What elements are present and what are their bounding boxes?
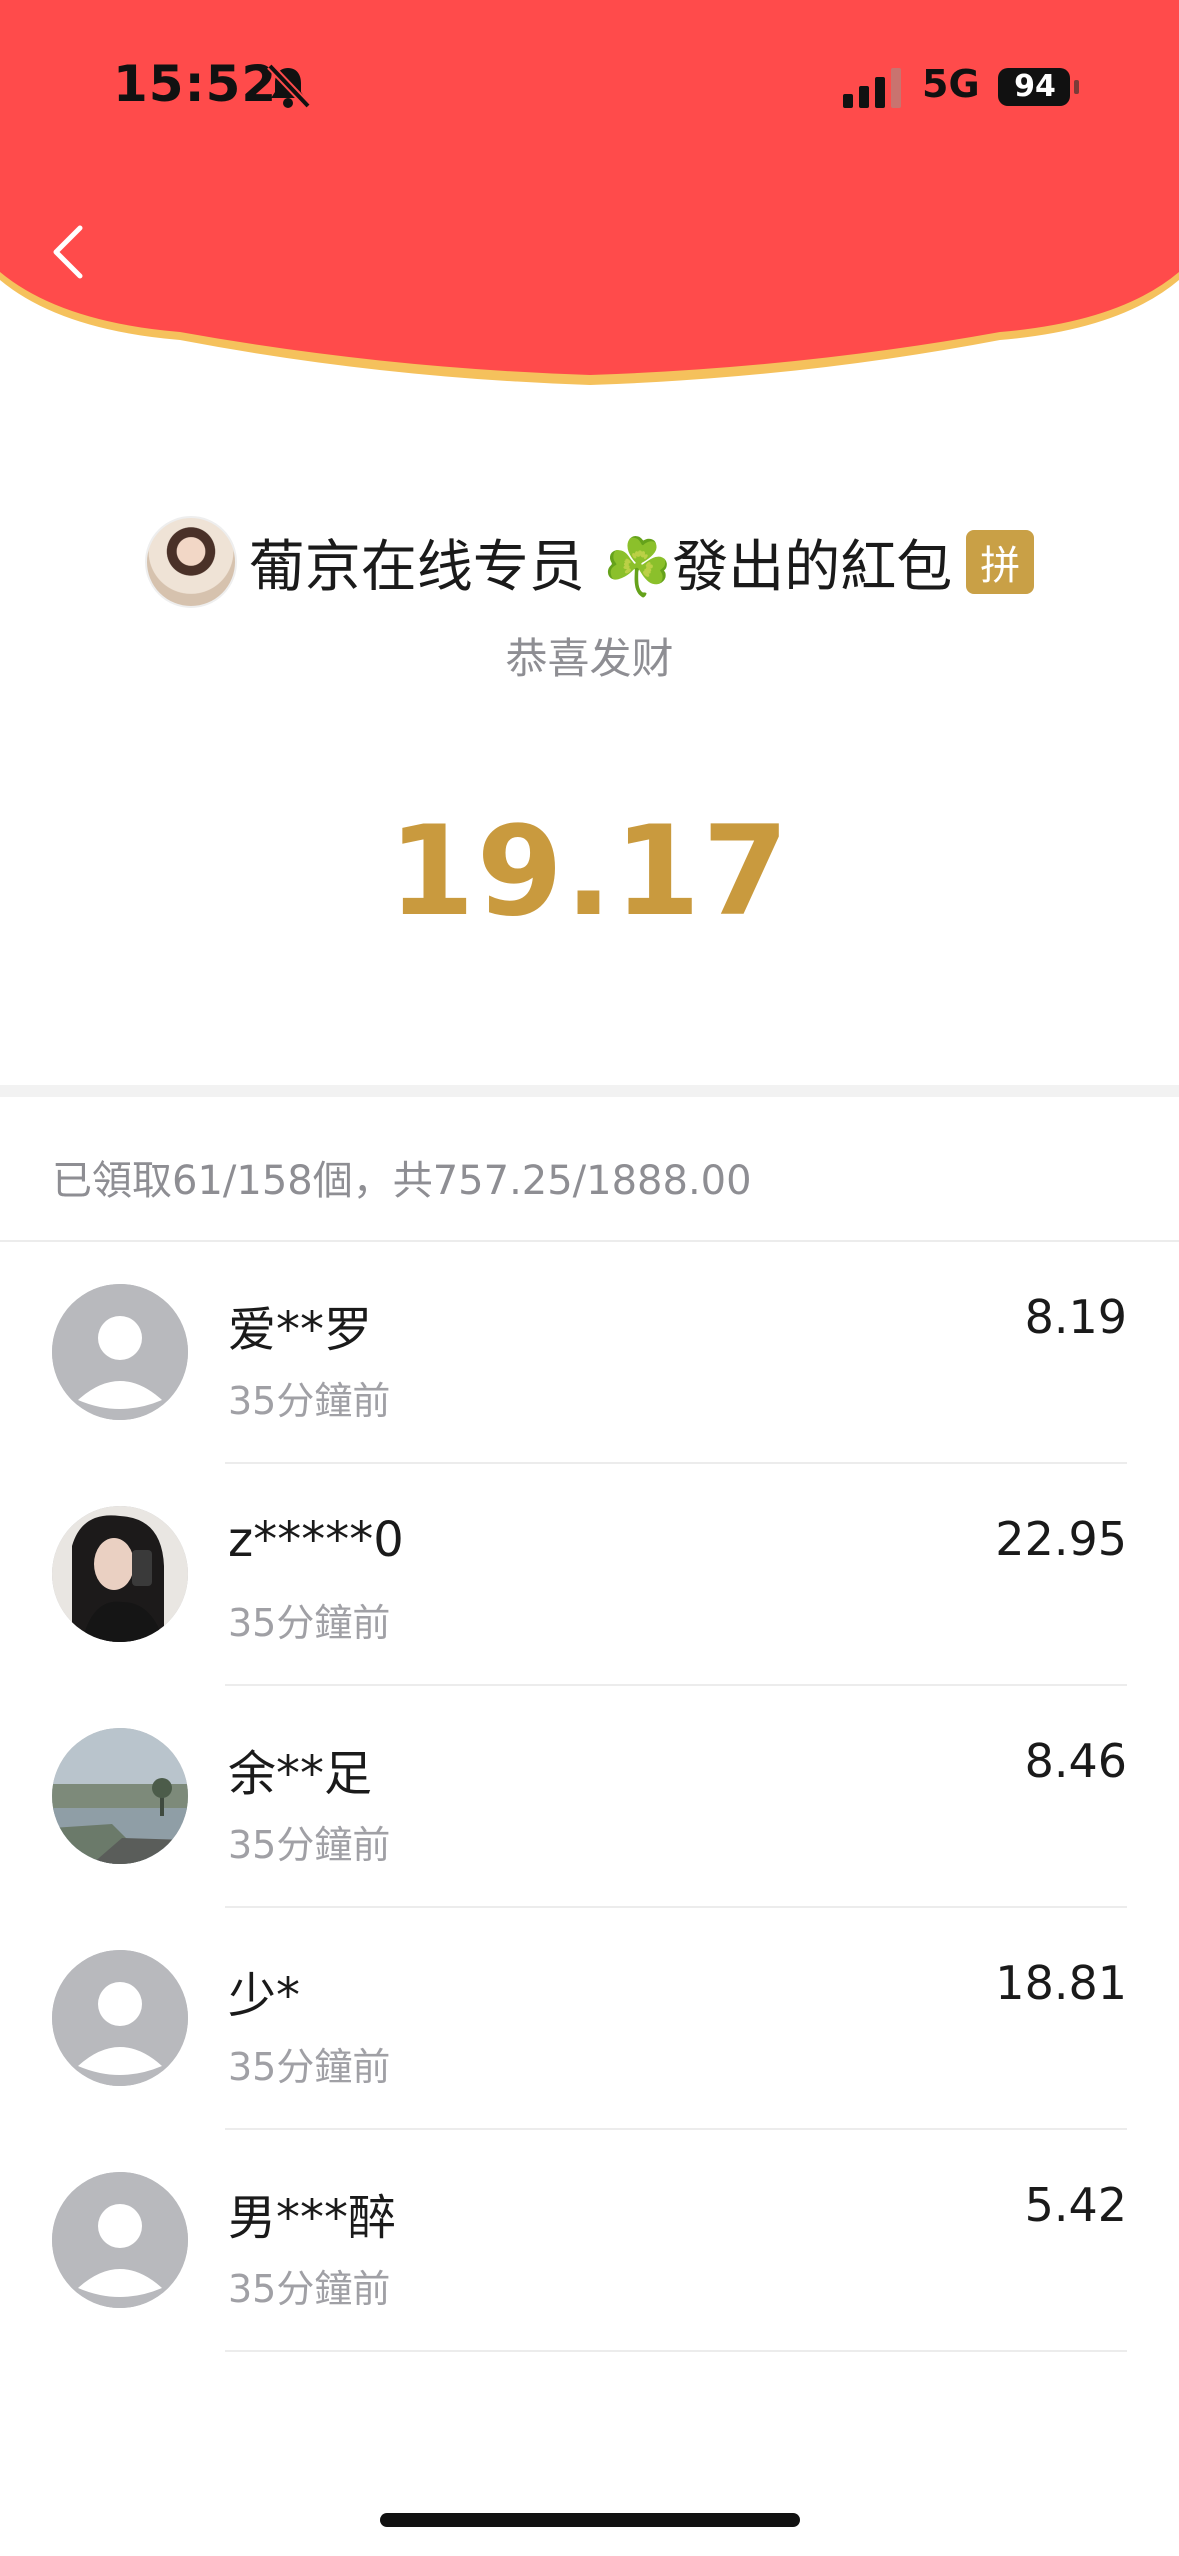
receive-amount: 8.46: [1024, 1734, 1127, 1788]
receive-time: 35分鐘前: [228, 2267, 391, 2311]
list-item[interactable]: 男***醉 35分鐘前 5.42: [0, 2130, 1179, 2352]
sender-avatar[interactable]: [144, 516, 237, 608]
list-item[interactable]: 爱**罗 35分鐘前 8.19: [0, 1242, 1179, 1464]
receiver-name: 男***醉: [228, 2190, 397, 2246]
avatar[interactable]: [52, 2172, 188, 2308]
receive-amount: 18.81: [995, 1956, 1127, 2010]
sender-name: 葡京在线专员: [248, 534, 585, 600]
receive-time: 35分鐘前: [228, 1823, 391, 1867]
receiver-name: z*****0: [228, 1512, 404, 1568]
status-bar: 15:52 5G 94: [0, 0, 1179, 160]
status-time: 15:52: [113, 55, 278, 113]
avatar[interactable]: [52, 1950, 188, 2086]
received-amount: 19.17: [388, 800, 791, 944]
battery-level: 94: [1014, 69, 1056, 104]
bell-muted-icon: [267, 63, 311, 109]
receive-amount: 8.19: [1024, 1290, 1127, 1344]
receiver-name: 余**足: [228, 1746, 373, 1802]
back-button[interactable]: [36, 212, 108, 292]
claim-summary: 已領取61/158個，共757.25/1888.00: [52, 1158, 752, 1204]
list-item[interactable]: 余**足 35分鐘前 8.46: [0, 1686, 1179, 1908]
receiver-name: 爱**罗: [228, 1302, 373, 1358]
row-divider: [225, 2350, 1127, 2352]
home-indicator[interactable]: [380, 2513, 800, 2527]
chevron-left-icon: [53, 225, 83, 279]
red-packet-detail-page: 15:52 5G 94 葡京在线专员 ☘️發出的紅包 拼 恭喜发财 19.17 …: [0, 0, 1179, 2556]
default-avatar-icon: [52, 1284, 188, 1420]
list-item[interactable]: 少* 35分鐘前 18.81: [0, 1908, 1179, 2130]
avatar[interactable]: [52, 1506, 188, 1642]
avatar[interactable]: [52, 1284, 188, 1420]
lake-photo-avatar-icon: [52, 1728, 188, 1864]
receiver-name: 少*: [228, 1968, 301, 2024]
sender-row: 葡京在线专员 ☘️發出的紅包 拼: [0, 512, 1179, 612]
default-avatar-icon: [52, 2172, 188, 2308]
group-packet-badge: 拼: [966, 530, 1035, 594]
receive-time: 35分鐘前: [228, 1601, 391, 1645]
receive-time: 35分鐘前: [228, 2045, 391, 2089]
receive-amount: 5.42: [1024, 2178, 1127, 2232]
list-item[interactable]: z*****0 35分鐘前 22.95: [0, 1464, 1179, 1686]
cellular-signal-icon: [843, 68, 901, 108]
sender-suffix: 發出的紅包: [672, 534, 953, 600]
avatar[interactable]: [52, 1728, 188, 1864]
default-avatar-icon: [52, 1950, 188, 2086]
network-type: 5G: [922, 62, 980, 106]
receive-amount: 22.95: [995, 1512, 1127, 1566]
section-divider: [0, 1085, 1179, 1097]
photo-avatar-icon: [52, 1506, 188, 1642]
sender-title: 葡京在线专员 ☘️發出的紅包: [249, 522, 953, 603]
receive-time: 35分鐘前: [228, 1379, 391, 1423]
clover-emoji: ☘️: [602, 534, 673, 600]
wish-message: 恭喜发财: [505, 634, 674, 683]
